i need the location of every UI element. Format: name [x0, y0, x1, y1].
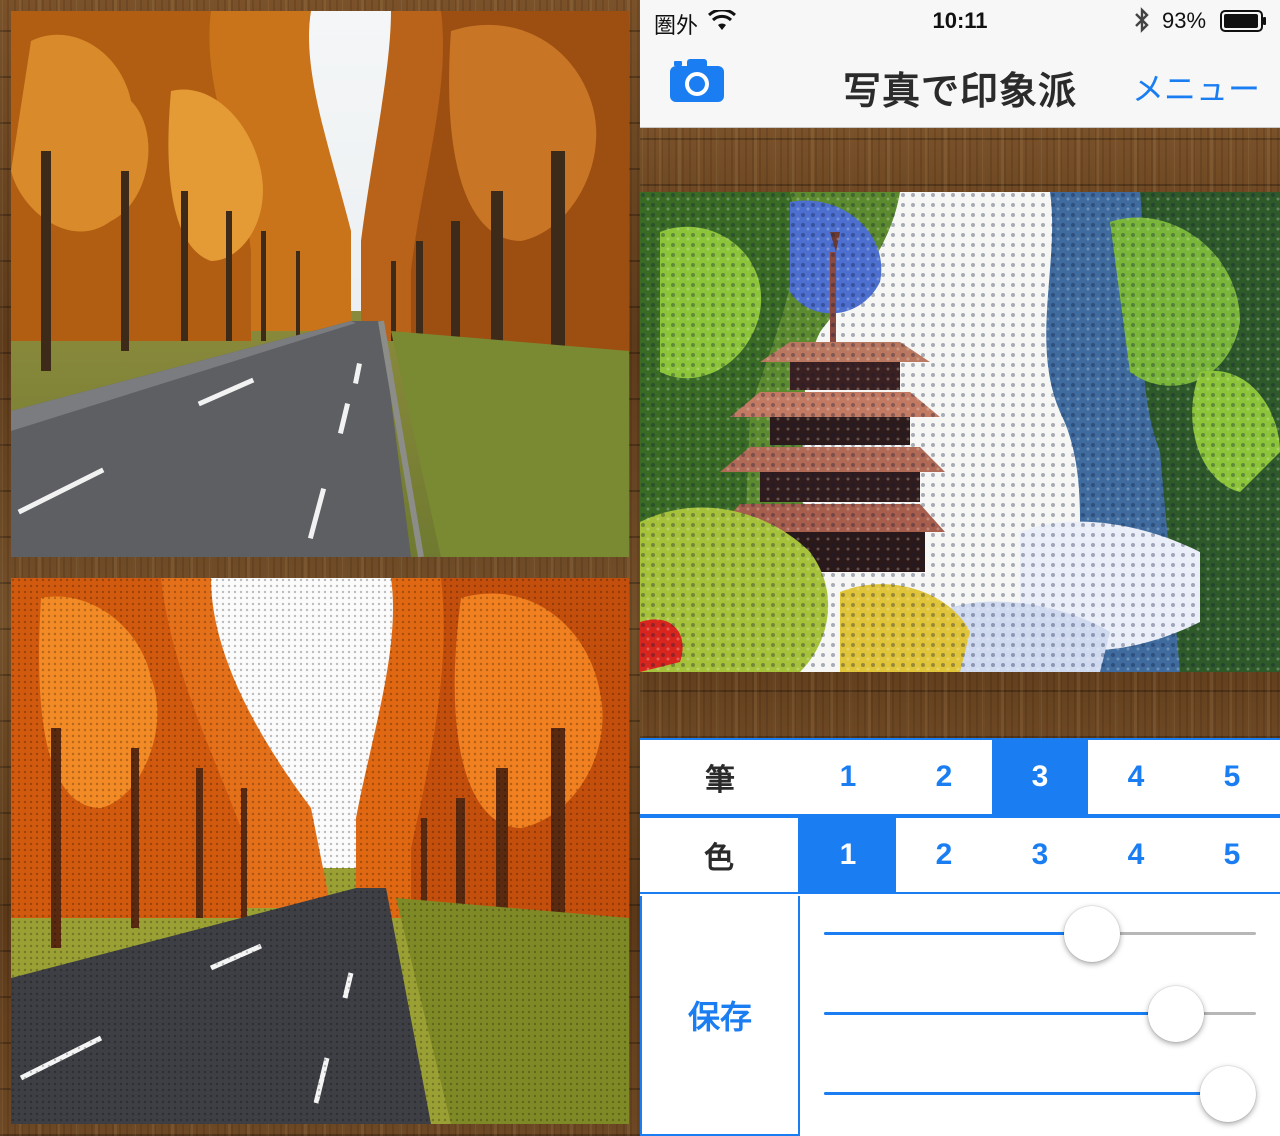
color-selector: 色 1 2 3 4 5 [640, 816, 1280, 894]
color-option-4[interactable]: 4 [1088, 818, 1184, 892]
navigation-bar: 写真で印象派 メニュー [640, 40, 1280, 128]
sample-panel [0, 0, 640, 1136]
menu-button[interactable]: メニュー [1132, 64, 1260, 110]
slider-1[interactable] [824, 904, 1256, 964]
status-bar: 圏外 10:11 93% [640, 0, 1280, 40]
painted-pagoda-photo [640, 192, 1280, 672]
slider-fill [824, 1092, 1228, 1095]
original-road-photo [11, 11, 629, 557]
color-label: 色 [640, 818, 800, 892]
painted-road-photo [11, 578, 629, 1124]
slider-fill [824, 932, 1092, 935]
color-option-3[interactable]: 3 [992, 818, 1088, 892]
slider-fill [824, 1012, 1177, 1015]
brush-option-2[interactable]: 2 [896, 740, 992, 814]
battery-icon [1220, 10, 1268, 32]
brush-option-4[interactable]: 4 [1088, 740, 1184, 814]
color-option-1[interactable]: 1 [800, 818, 896, 892]
slider-2[interactable] [824, 984, 1256, 1044]
brush-option-5[interactable]: 5 [1184, 740, 1280, 814]
slider-thumb[interactable] [1148, 986, 1205, 1042]
bluetooth-icon [1132, 7, 1152, 39]
brush-option-3[interactable]: 3 [992, 740, 1088, 814]
brush-label: 筆 [705, 763, 735, 798]
save-button[interactable]: 保存 [640, 896, 800, 1136]
color-option-5[interactable]: 5 [1184, 818, 1280, 892]
battery-percent: 93% [1162, 8, 1207, 33]
brush-option-1[interactable]: 1 [800, 740, 896, 814]
brush-selector: 筆 1 2 3 4 5 [640, 738, 1280, 816]
slider-thumb[interactable] [1063, 906, 1120, 962]
slider-thumb[interactable] [1200, 1066, 1256, 1122]
app-screen: 圏外 10:11 93% 写真で印象派 メニュー 筆 1 2 3 4 5 色 1… [640, 0, 1280, 1136]
slider-3[interactable] [824, 1064, 1256, 1124]
color-option-2[interactable]: 2 [896, 818, 992, 892]
photo-frame [640, 128, 1280, 738]
